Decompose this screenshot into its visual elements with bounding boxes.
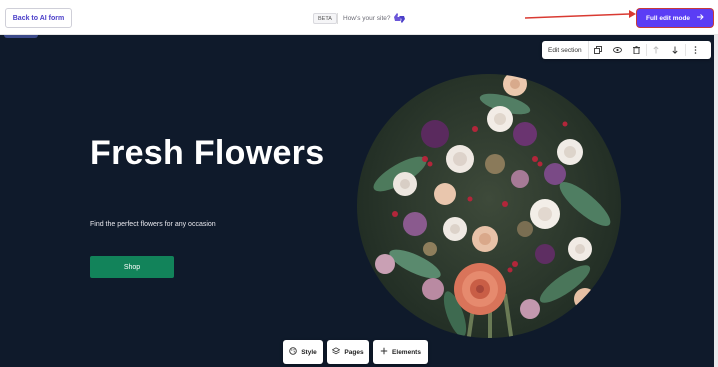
- hero-title: Fresh Flowers: [90, 134, 325, 172]
- thumbs-feedback-icon[interactable]: [393, 11, 406, 29]
- elements-button[interactable]: Elements: [373, 340, 428, 364]
- section-edit-toolbar: Edit section: [542, 41, 711, 59]
- arrow-up-icon[interactable]: [647, 41, 666, 59]
- annotation-arrow-icon: [525, 10, 636, 19]
- hero-section: Edit section Fresh Flowers Find the perf…: [0, 35, 718, 367]
- divider: [337, 13, 338, 24]
- full-edit-mode-label: Full edit mode: [645, 14, 691, 22]
- pages-button[interactable]: Pages: [327, 340, 369, 364]
- eye-icon[interactable]: [608, 41, 627, 59]
- back-to-ai-form-button[interactable]: Back to AI form: [5, 8, 72, 28]
- elements-label: Elements: [392, 348, 421, 356]
- shop-button[interactable]: Shop: [90, 256, 174, 278]
- more-vertical-icon[interactable]: [686, 41, 705, 59]
- layers-icon: [332, 347, 341, 357]
- arrow-right-icon: [696, 13, 704, 23]
- trash-icon[interactable]: [627, 41, 646, 59]
- feedback-prompt: How's your site?: [343, 15, 391, 22]
- scrollbar[interactable]: [714, 35, 718, 367]
- style-button[interactable]: Style: [283, 340, 323, 364]
- flower-bouquet-image: [357, 74, 621, 338]
- full-edit-mode-button[interactable]: Full edit mode: [637, 9, 713, 27]
- edit-section-button[interactable]: Edit section: [542, 41, 589, 59]
- top-bar: Back to AI form BETA How's your site? Fu…: [0, 0, 718, 35]
- pages-label: Pages: [344, 348, 364, 356]
- section-indicator: [4, 35, 38, 38]
- palette-icon: [289, 347, 297, 357]
- style-label: Style: [301, 348, 317, 356]
- beta-badge: BETA: [313, 13, 337, 24]
- plus-icon: [380, 347, 388, 357]
- arrow-down-icon[interactable]: [666, 41, 685, 59]
- hero-subtitle: Find the perfect flowers for any occasio…: [90, 221, 216, 228]
- duplicate-icon[interactable]: [589, 41, 608, 59]
